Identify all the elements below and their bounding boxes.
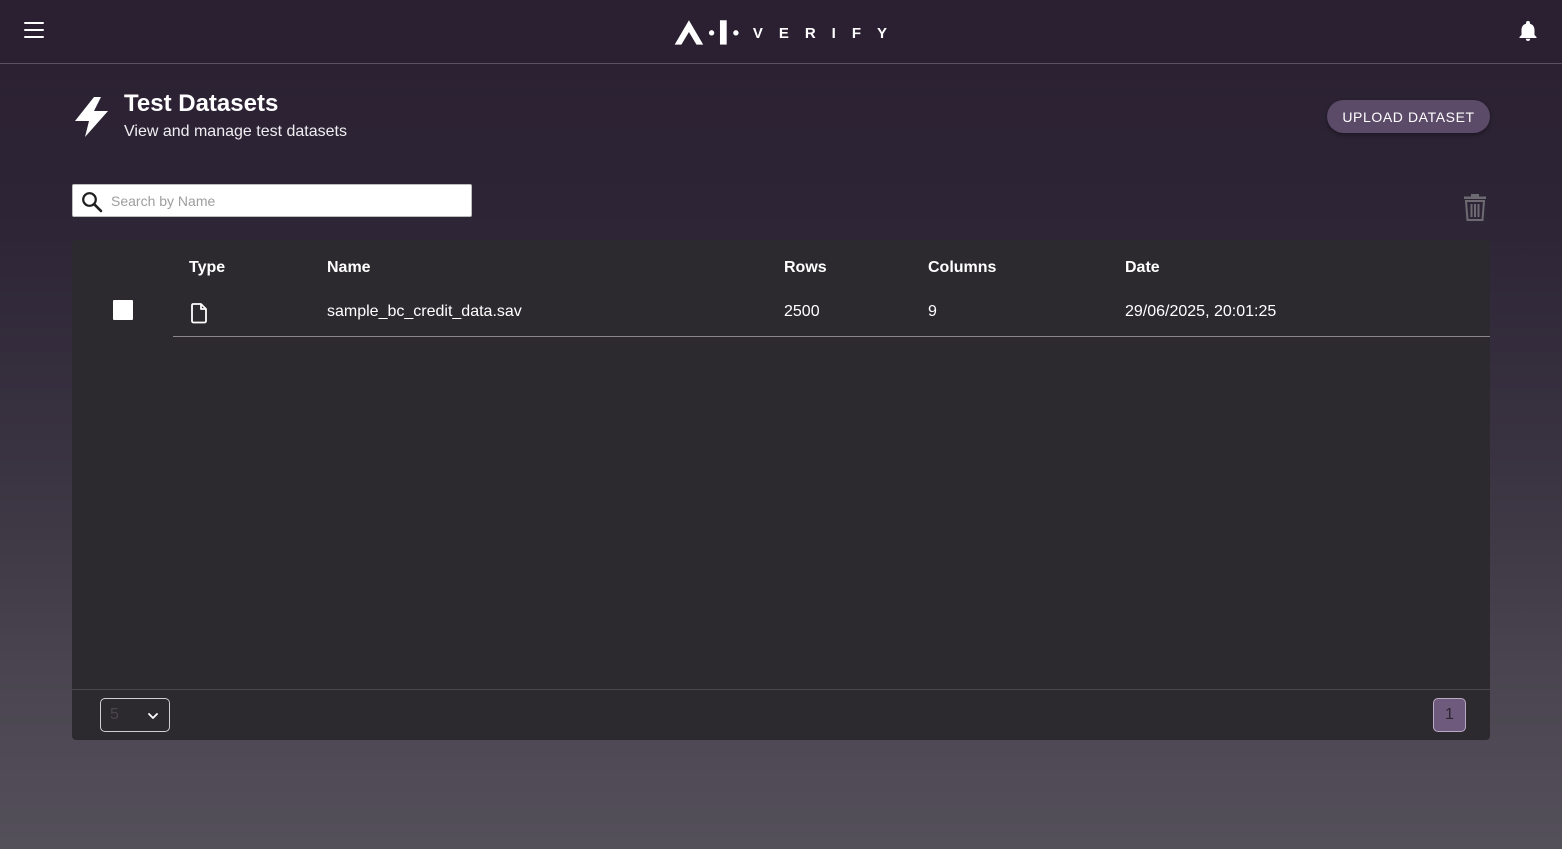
column-header-date[interactable]: Date [1125, 259, 1160, 277]
search-box [72, 184, 472, 217]
column-header-rows[interactable]: Rows [784, 259, 827, 277]
search-icon [81, 191, 103, 213]
row-divider [173, 336, 1490, 337]
cell-date: 29/06/2025, 20:01:25 [1125, 303, 1277, 320]
top-app-bar: VERIFY [0, 0, 1562, 64]
column-header-columns[interactable]: Columns [928, 259, 996, 277]
page-header: Test Datasets View and manage test datas… [72, 88, 492, 148]
upload-dataset-button[interactable]: UPLOAD DATASET [1327, 100, 1490, 133]
page-title: Test Datasets [124, 90, 279, 117]
page-size-select[interactable]: 5 [100, 698, 170, 732]
hamburger-menu-icon[interactable] [20, 16, 48, 44]
datasets-table: Type Name Rows Columns Date sample_bc_cr… [72, 240, 1490, 740]
bell-icon[interactable] [1516, 19, 1540, 43]
column-header-name[interactable]: Name [327, 259, 371, 277]
lightning-bolt-icon [72, 96, 112, 138]
trash-icon[interactable] [1461, 192, 1489, 222]
search-input[interactable] [111, 189, 461, 213]
app-logo[interactable]: VERIFY [673, 15, 903, 49]
cell-name: sample_bc_credit_data.sav [327, 303, 522, 320]
footer-divider [72, 689, 1490, 690]
page-size-value: 5 [110, 706, 119, 723]
chevron-down-icon [146, 709, 160, 723]
page-subtitle: View and manage test datasets [124, 123, 347, 140]
column-header-type[interactable]: Type [189, 259, 225, 277]
pagination-page-button[interactable]: 1 [1433, 698, 1466, 732]
cell-rows: 2500 [784, 303, 820, 320]
file-icon [189, 302, 209, 324]
logo-mark-icon [674, 20, 739, 45]
cell-columns: 9 [928, 303, 937, 320]
row-select-checkbox[interactable] [113, 300, 133, 320]
logo-wordmark: VERIFY [752, 24, 903, 42]
